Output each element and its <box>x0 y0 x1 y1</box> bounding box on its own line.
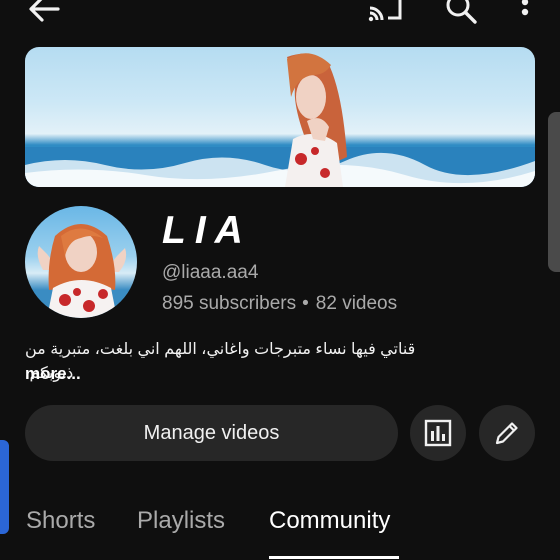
stats-separator: • <box>302 293 309 314</box>
channel-tabs: Shorts Playlists Community <box>0 495 560 560</box>
channel-description[interactable]: قناتي فيها نساء متبرجات واغاني، اللهم ان… <box>25 338 425 386</box>
channel-handle: @liaaa.aa4 <box>162 262 259 283</box>
edit-pencil-icon <box>495 422 518 445</box>
manage-videos-label: Manage videos <box>143 421 280 444</box>
tab-community[interactable]: Community <box>269 507 390 535</box>
tab-shorts[interactable]: Shorts <box>26 507 95 535</box>
channel-avatar[interactable] <box>25 206 137 318</box>
channel-banner <box>25 47 535 187</box>
analytics-icon <box>424 419 452 447</box>
channel-name: LIA <box>162 209 252 252</box>
active-tab-indicator <box>269 556 399 559</box>
side-scroll-handle[interactable] <box>548 112 560 272</box>
subscriber-count: 895 subscribers <box>162 293 297 314</box>
edit-channel-button[interactable] <box>479 405 535 461</box>
top-app-bar <box>0 0 560 36</box>
more-vert-icon[interactable] <box>512 0 538 28</box>
search-icon[interactable] <box>443 0 479 28</box>
avatar-image <box>37 224 127 318</box>
banner-image <box>25 53 535 187</box>
back-arrow-icon[interactable] <box>26 0 62 30</box>
channel-stats: 895 subscribers • 82 videos <box>162 293 397 315</box>
analytics-button[interactable] <box>410 405 466 461</box>
tab-playlists[interactable]: Playlists <box>137 507 225 535</box>
more-link[interactable]: more... <box>25 364 81 384</box>
video-count: 82 videos <box>315 293 398 314</box>
manage-videos-button[interactable]: Manage videos <box>25 405 398 461</box>
cast-icon[interactable] <box>366 0 404 26</box>
